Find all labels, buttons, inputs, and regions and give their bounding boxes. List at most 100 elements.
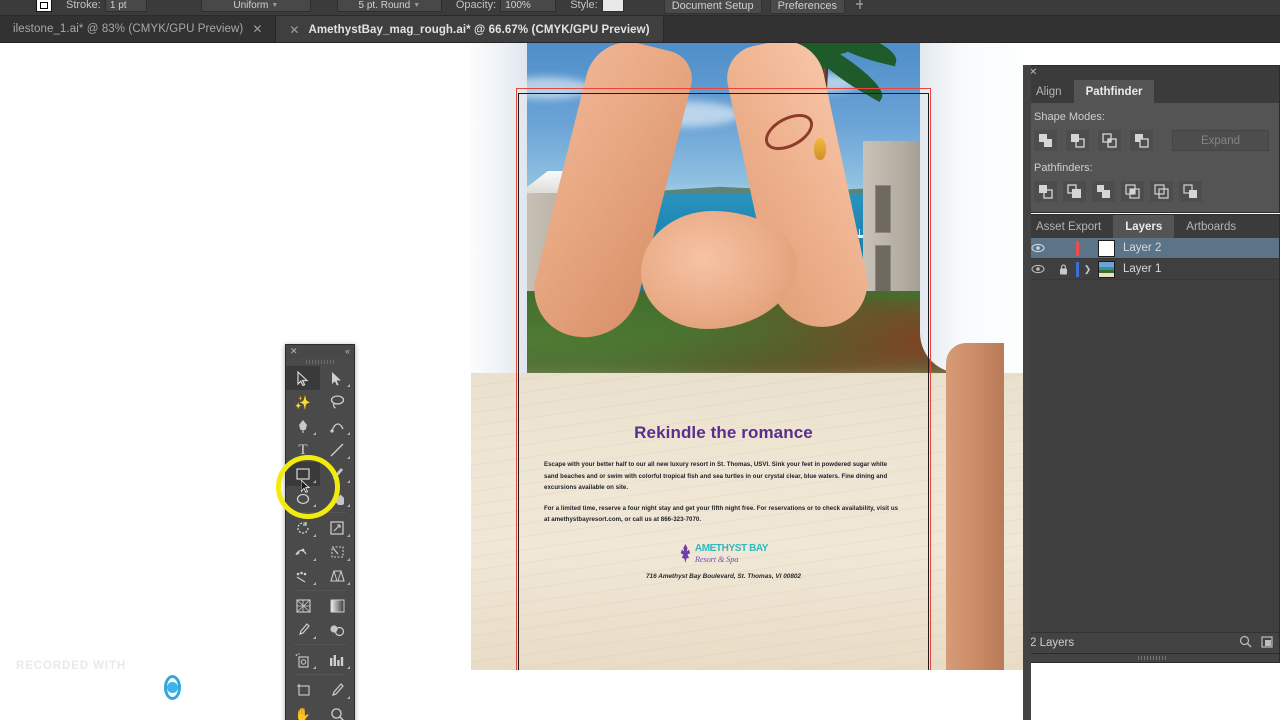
exclude-icon[interactable] [1130,130,1153,151]
expand-button[interactable]: Expand [1172,130,1269,151]
puppet-warp-tool[interactable] [286,564,320,588]
close-icon[interactable]: ✕ [289,24,299,36]
selection-tool[interactable] [286,366,320,390]
tab-pathfinder[interactable]: Pathfinder [1073,80,1155,103]
lasso-tool-icon [327,393,347,411]
tools-grid: ✨ T ✋ [286,366,354,720]
blend-tool[interactable] [320,618,354,642]
lasso-tool[interactable] [320,390,354,414]
minus-front-icon[interactable] [1066,130,1089,151]
blend-tool-icon [327,621,347,639]
layer-thumbnail [1098,260,1115,278]
document-tab-2-label: AmethystBay_mag_rough.ai* @ 66.67% (CMYK… [308,24,650,36]
slice-tool[interactable] [320,678,354,702]
layers-panel-footer: 2 Layers [1024,632,1279,653]
direct-selection-tool[interactable] [320,366,354,390]
layer-name[interactable]: Layer 1 [1123,263,1161,275]
magic-wand-tool-icon: ✨ [294,394,312,410]
lock-icon[interactable] [1051,264,1076,275]
intersect-icon[interactable] [1098,130,1121,151]
document-canvas[interactable]: Rekindle the romance Escape with your be… [471,43,1023,670]
paintbrush-tool[interactable] [320,462,354,486]
graphic-style-swatch[interactable] [601,0,624,12]
tools-panel[interactable]: ✕ « ✨ T ✋ [285,344,355,720]
double-chevron-left-icon[interactable]: « [345,347,350,356]
column-graph-tool[interactable] [320,648,354,672]
rotate-tool-icon [293,519,313,537]
window-shape [875,245,891,293]
type-tool-icon: T [298,441,308,458]
crop-icon[interactable] [1121,181,1144,202]
right-panel-dock: ✕ Align Pathfinder Shape Modes: Expand P… [1023,65,1280,720]
eyedropper-tool[interactable] [286,618,320,642]
document-tab-1[interactable]: ilestone_1.ai* @ 83% (CMYK/GPU Preview) … [0,16,277,42]
pathfinders-row [1034,181,1269,202]
close-icon[interactable]: ✕ [252,23,262,35]
amethyst-crystal-icon [680,544,691,563]
close-icon[interactable]: ✕ [290,347,298,356]
pin-icon[interactable] [855,0,866,15]
dock-resize-grip[interactable] [1023,654,1280,663]
unite-icon[interactable] [1034,130,1057,151]
rotate-tool[interactable] [286,516,320,540]
preferences-button[interactable]: Preferences [769,0,845,14]
line-segment-tool[interactable] [320,438,354,462]
outline-icon[interactable] [1150,181,1173,202]
document-setup-button[interactable]: Document Setup [663,0,762,14]
layer-row-layer-2[interactable]: Layer 2 [1024,238,1279,259]
type-tool[interactable]: T [286,438,320,462]
brush-select[interactable]: 5 pt. Round ▼ [336,0,442,12]
new-sublayer-icon[interactable] [1261,635,1273,651]
gradient-tool[interactable] [320,594,354,618]
trim-icon[interactable] [1063,181,1086,202]
shape-modes-row: Expand [1034,130,1269,151]
hand-tool[interactable]: ✋ [286,702,320,720]
curvature-tool[interactable] [320,414,354,438]
pathfinder-panel-body: Shape Modes: Expand Pathfinders: [1024,103,1279,212]
layer-row-layer-1[interactable]: ❯ Layer 1 [1024,259,1279,280]
divide-icon[interactable] [1034,181,1057,202]
drag-grip-icon[interactable] [286,358,354,366]
scale-tool[interactable] [320,516,354,540]
chevron-right-icon[interactable]: ❯ [1079,264,1096,275]
document-tab-2[interactable]: ✕ AmethystBay_mag_rough.ai* @ 66.67% (CM… [276,16,664,42]
stroke-weight-field[interactable]: 1 pt [104,0,147,12]
mesh-tool[interactable] [286,594,320,618]
dress-right-shape [920,43,1023,373]
artboard-tool[interactable] [286,678,320,702]
minus-back-icon[interactable] [1179,181,1202,202]
magic-wand-tool[interactable]: ✨ [286,390,320,414]
pathfinders-label: Pathfinders: [1034,162,1093,174]
fill-color-swatch[interactable] [36,0,52,12]
locate-object-icon[interactable] [1239,635,1252,651]
illustrator-window: Stroke: 1 pt Uniform ▼ 5 pt. Round ▼ Opa… [0,0,1280,720]
perspective-grid-tool[interactable] [320,564,354,588]
column-graph-tool-icon [327,651,347,669]
tab-artboards[interactable]: Artboards [1174,215,1249,238]
body-paragraph-2: For a limited time, reserve a four night… [544,504,899,524]
tab-asset-export[interactable]: Asset Export [1024,215,1114,238]
slice-tool-icon [327,681,347,699]
tab-align[interactable]: Align [1024,80,1074,103]
layer-color-bar [1076,240,1079,256]
address-line: 716 Amethyst Bay Boulevard, St. Thomas, … [646,572,801,580]
stroke-profile-select[interactable]: Uniform ▼ [200,0,311,12]
layer-name[interactable]: Layer 2 [1123,242,1161,254]
tab-layers[interactable]: Layers [1113,215,1175,238]
pen-tool[interactable] [286,414,320,438]
opacity-field[interactable]: 100% [500,0,557,12]
shape-builder-tool[interactable] [320,486,354,510]
watermark-word-1: SCREENCAST [16,676,157,698]
zoom-tool[interactable] [320,702,354,720]
leg-right-shape [946,343,1004,670]
width-tool-icon [293,543,313,561]
free-transform-tool[interactable] [320,540,354,564]
merge-icon[interactable] [1092,181,1115,202]
eyedropper-tool-icon [293,621,313,639]
body-copy: Escape with your better half to our all … [544,459,903,526]
opacity-value: 100% [505,0,531,11]
bracelet-charm-shape [814,138,826,160]
width-tool[interactable] [286,540,320,564]
symbol-sprayer-tool[interactable] [286,648,320,672]
mesh-tool-icon [293,597,313,615]
